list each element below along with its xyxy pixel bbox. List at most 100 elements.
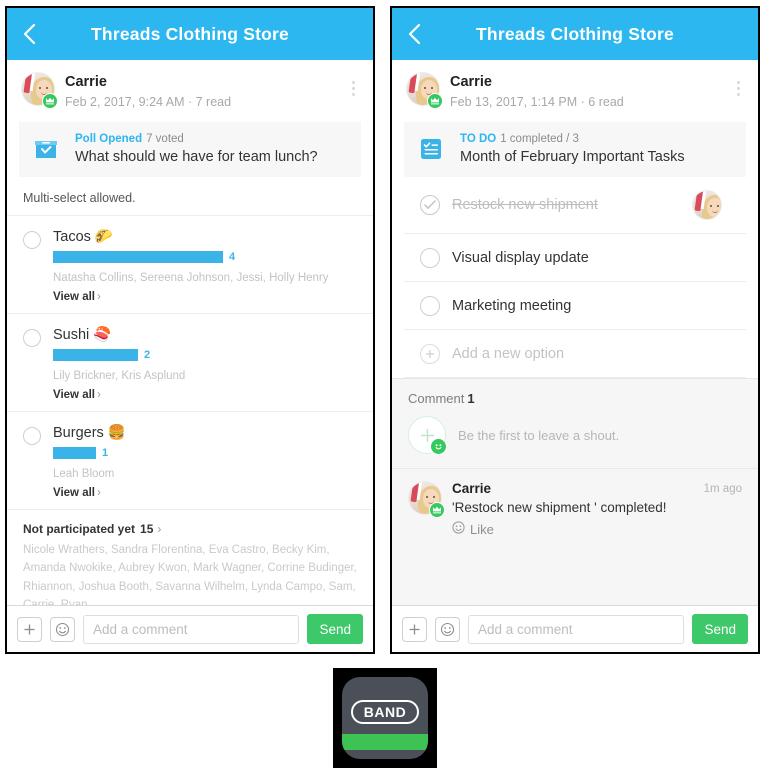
todo-status-label: TO DO — [460, 132, 497, 145]
comment-author: Carrie — [452, 481, 492, 497]
todo-progress: 1 completed / 3 — [500, 132, 579, 145]
poll-option[interactable]: Tacos 🌮 4 Natasha Collins, Sereena Johns… — [7, 216, 373, 315]
todo-assignee-avatar — [692, 190, 722, 221]
kebab-menu-icon[interactable] — [728, 76, 748, 100]
post-author-row: Carrie Feb 13, 2017, 1:14 PM · 6 read — [392, 60, 758, 122]
add-new-option-row[interactable]: Add a new option — [404, 330, 746, 379]
add-new-option-label: Add a new option — [452, 345, 565, 362]
author-name: Carrie — [65, 74, 107, 90]
poll-option-body: Tacos 🌮 4 Natasha Collins, Sereena Johns… — [53, 228, 359, 303]
comment-body: Carrie 'Restock new shipment ' completed… — [452, 481, 742, 537]
poll-voter-names: Natasha Collins, Sereena Johnson, Jessi,… — [53, 272, 329, 285]
plus-icon[interactable] — [402, 616, 427, 642]
crown-badge-icon — [427, 93, 443, 109]
not-participated-names: Nicole Wrathers, Sandra Florentina, Eva … — [23, 544, 357, 605]
poll-kicker: Poll Opened 7 voted — [75, 131, 351, 147]
kebab-menu-icon[interactable] — [343, 76, 363, 100]
comment-input[interactable] — [83, 614, 300, 644]
phone-panel-poll: Threads Clothing Store Carrie Feb 2, 201… — [5, 6, 375, 654]
ballot-box-icon — [29, 132, 63, 166]
todo-title: Month of February Important Tasks — [460, 148, 685, 165]
poll-vote-count: 1 — [102, 446, 109, 459]
todo-card-header: TO DO 1 completed / 3 Month of February I… — [404, 121, 746, 178]
avatar — [406, 72, 443, 109]
chevron-right-icon: › — [96, 487, 101, 500]
not-participated-count: 15 — [140, 522, 154, 537]
smiley-icon — [452, 521, 465, 537]
todo-checkbox-checked[interactable] — [420, 195, 440, 216]
todo-item[interactable]: Marketing meeting — [404, 282, 746, 331]
shout-prompt-row[interactable]: Be the first to leave a shout. — [392, 410, 758, 468]
not-participated-label: Not participated yet — [23, 522, 136, 537]
poll-option-radio[interactable] — [23, 231, 41, 250]
post-timestamp: Feb 2, 2017, 9:24 AM · 7 read — [65, 94, 232, 109]
poll-card-header: Poll Opened 7 voted What should we have f… — [19, 121, 361, 178]
todo-kicker: TO DO 1 completed / 3 — [460, 131, 736, 147]
poll-voter-names: Lily Brickner, Kris Asplund — [53, 370, 186, 383]
todo-item[interactable]: Restock new shipment — [404, 177, 746, 235]
todo-item-label: Marketing meeting — [452, 297, 572, 314]
plus-icon[interactable] — [17, 616, 42, 642]
comment-section: Comment1 Be the first to leave a shout. — [392, 378, 758, 605]
comment-timestamp: 1m ago — [703, 483, 742, 496]
titlebar-poll: Threads Clothing Store — [7, 8, 373, 60]
smiley-icon[interactable] — [435, 616, 460, 642]
poll-view-all-label: View all — [53, 291, 95, 304]
poll-option[interactable]: Burgers 🍔 1 Leah Bloom View all › — [7, 412, 373, 511]
chevron-right-icon: › — [157, 522, 162, 537]
add-sticker-icon[interactable] — [408, 416, 447, 456]
back-button[interactable] — [392, 8, 436, 60]
page-title: Threads Clothing Store — [91, 23, 289, 44]
author-meta: Carrie Feb 13, 2017, 1:14 PM · 6 read — [450, 72, 744, 112]
poll-vote-count: 2 — [144, 349, 151, 362]
send-button[interactable]: Send — [307, 614, 363, 644]
page-title: Threads Clothing Store — [476, 23, 674, 44]
todo-item[interactable]: Visual display update — [404, 234, 746, 283]
not-participated-section: Not participated yet 15 › Nicole Wrathers,… — [7, 510, 373, 605]
compose-bar: Send — [7, 605, 373, 652]
back-button[interactable] — [7, 8, 51, 60]
poll-view-all-link[interactable]: View all › — [53, 389, 359, 401]
todo-item-label: Restock new shipment — [452, 197, 598, 214]
chevron-right-icon: › — [96, 389, 101, 402]
comment-input[interactable] — [468, 614, 685, 644]
band-icon-green-stripe — [342, 734, 428, 750]
poll-option-radio[interactable] — [23, 427, 41, 446]
crown-badge-icon — [429, 502, 445, 519]
poll-card-text: Poll Opened 7 voted What should we have f… — [75, 131, 351, 168]
chevron-right-icon: › — [96, 291, 101, 304]
poll-view-all-label: View all — [53, 487, 95, 500]
comment-like-label: Like — [470, 521, 494, 537]
smiley-icon[interactable] — [50, 616, 75, 642]
poll-voter-names: Leah Bloom — [53, 467, 115, 480]
poll-option-bar-row: 2 — [53, 349, 359, 362]
band-app-icon: BAND — [342, 677, 428, 759]
todo-card-text: TO DO 1 completed / 3 Month of February I… — [460, 131, 736, 168]
screenshot-stage: Threads Clothing Store Carrie Feb 2, 201… — [0, 0, 770, 770]
checklist-icon — [414, 132, 448, 166]
comment-header-label: Comment — [408, 391, 465, 407]
send-button[interactable]: Send — [692, 614, 748, 644]
todo-item-label: Visual display update — [452, 249, 589, 266]
avatar-photo — [692, 190, 722, 221]
comment-like-button[interactable]: Like — [452, 521, 742, 537]
plus-circle-icon[interactable] — [420, 343, 440, 364]
poll-view-all-label: View all — [53, 389, 95, 402]
todo-checkbox[interactable] — [420, 247, 440, 268]
comment-count: 1 — [467, 391, 475, 407]
comment-item: Carrie 'Restock new shipment ' completed… — [392, 468, 758, 552]
poll-option[interactable]: Sushi 🍣 2 Lily Brickner, Kris Asplund Vi… — [7, 314, 373, 413]
post-author-row: Carrie Feb 2, 2017, 9:24 AM · 7 read — [7, 60, 373, 122]
poll-option-radio[interactable] — [23, 329, 41, 348]
chevron-left-icon — [23, 23, 36, 45]
post-body-poll: Carrie Feb 2, 2017, 9:24 AM · 7 read Pol… — [7, 60, 373, 605]
poll-view-all-link[interactable]: View all › — [53, 487, 359, 499]
todo-checkbox[interactable] — [420, 295, 440, 316]
shout-placeholder-text: Be the first to leave a shout. — [458, 427, 620, 443]
avatar — [408, 481, 445, 519]
chevron-left-icon — [408, 23, 421, 45]
not-participated-link[interactable]: Not participated yet 15 › — [23, 522, 357, 536]
poll-option-body: Sushi 🍣 2 Lily Brickner, Kris Asplund Vi… — [53, 326, 359, 401]
comment-count-header: Comment 1 — [392, 379, 758, 410]
poll-view-all-link[interactable]: View all › — [53, 291, 359, 303]
